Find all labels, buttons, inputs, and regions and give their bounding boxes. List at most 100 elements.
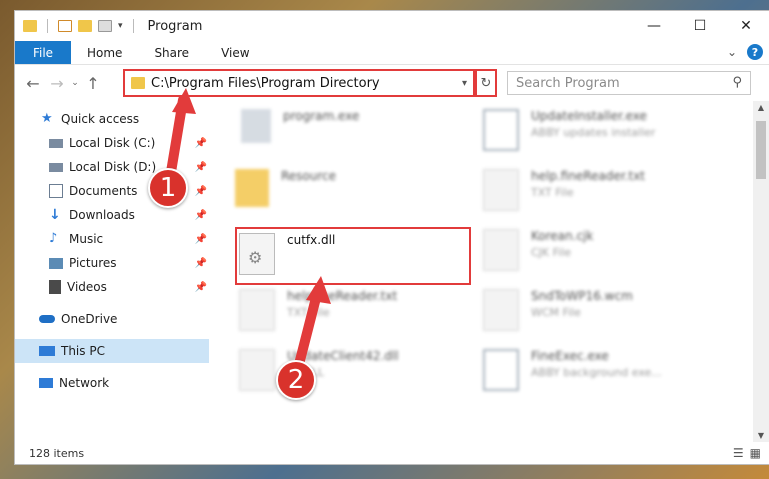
sidebar-item-onedrive[interactable]: OneDrive bbox=[15, 307, 209, 331]
quick-access-toolbar: ▾ bbox=[23, 19, 138, 33]
navigation-bar: ← → ⌄ ↑ C:\Program Files\Program Directo… bbox=[15, 65, 769, 101]
file-type: WCM File bbox=[531, 306, 581, 319]
sidebar-item-label: Pictures bbox=[69, 256, 117, 270]
drive-icon bbox=[49, 162, 63, 172]
scroll-thumb[interactable] bbox=[756, 121, 766, 179]
file-item[interactable]: SndToWP16.wcm WCM File bbox=[483, 289, 633, 331]
file-type: TXT File bbox=[287, 306, 330, 319]
close-button[interactable]: ✕ bbox=[723, 11, 769, 41]
scroll-down-icon[interactable]: ▼ bbox=[753, 431, 769, 440]
chevron-down-icon[interactable]: ▾ bbox=[462, 78, 467, 89]
sidebar-item-network[interactable]: Network bbox=[15, 371, 209, 395]
recent-locations-button[interactable]: ⌄ bbox=[69, 78, 81, 88]
search-input[interactable]: Search Program ⚲ bbox=[507, 71, 751, 95]
pin-icon: 📌 bbox=[194, 137, 207, 149]
callout-badge-1: 1 bbox=[148, 168, 188, 208]
network-icon bbox=[39, 378, 53, 388]
tab-share[interactable]: Share bbox=[138, 41, 205, 64]
file-item[interactable]: helpfineReader.txt TXT File bbox=[239, 289, 397, 331]
folder-icon bbox=[235, 169, 269, 207]
tab-home[interactable]: Home bbox=[71, 41, 138, 64]
sidebar-item-videos[interactable]: Videos 📌 bbox=[15, 275, 209, 299]
navigation-pane: ★ Quick access Local Disk (C:) 📌 Local D… bbox=[15, 101, 209, 442]
toolbar-divider bbox=[132, 19, 134, 33]
file-type: TXT File bbox=[531, 186, 574, 199]
help-icon[interactable]: ? bbox=[747, 44, 763, 60]
item-count: 128 items bbox=[29, 446, 85, 460]
forward-button[interactable]: → bbox=[45, 74, 69, 93]
file-item[interactable]: Korean.cjk CJK File bbox=[483, 229, 593, 271]
generic-file-icon bbox=[483, 229, 519, 271]
pictures-icon bbox=[49, 257, 63, 269]
file-item[interactable]: FineExec.exe ABBY background exe... bbox=[483, 349, 662, 391]
pin-icon: 📌 bbox=[194, 257, 207, 269]
sidebar-item-label: Local Disk (D:) bbox=[69, 160, 157, 174]
file-name: FineExec.exe bbox=[531, 349, 609, 363]
file-explorer-window: ▾ Program — ☐ ✕ File Home Share View ⌄ ?… bbox=[14, 10, 769, 465]
status-bar: 128 items ☰ ▦ bbox=[15, 442, 769, 464]
tab-file[interactable]: File bbox=[15, 41, 71, 64]
pin-icon: 📌 bbox=[194, 209, 207, 221]
file-name: UpdateInstaller.exe bbox=[531, 109, 647, 123]
sidebar-item-label: Network bbox=[59, 376, 110, 390]
exe-file-icon bbox=[483, 109, 519, 151]
file-item[interactable]: program.exe bbox=[241, 109, 359, 143]
title-bar: ▾ Program — ☐ ✕ bbox=[15, 11, 769, 41]
chevron-down-icon[interactable]: ▾ bbox=[118, 21, 123, 31]
sidebar-item-label: Downloads bbox=[69, 208, 135, 222]
sidebar-item-local-disk-c[interactable]: Local Disk (C:) 📌 bbox=[15, 131, 209, 155]
file-item[interactable]: UpdateInstaller.exe ABBY updates installe… bbox=[483, 109, 655, 151]
view-icon[interactable] bbox=[98, 20, 112, 32]
details-view-icon[interactable]: ☰ bbox=[733, 446, 744, 460]
back-button[interactable]: ← bbox=[21, 74, 45, 93]
text-file-icon bbox=[239, 289, 275, 331]
sidebar-item-label: OneDrive bbox=[61, 312, 118, 326]
window-title: Program bbox=[147, 18, 203, 34]
minimize-button[interactable]: — bbox=[631, 11, 677, 41]
properties-icon[interactable] bbox=[58, 20, 72, 32]
documents-icon bbox=[49, 184, 63, 198]
file-item[interactable]: UpdateClient42.dllce DLL bbox=[239, 349, 399, 391]
file-name: help.fineReader.txt bbox=[531, 169, 645, 183]
sidebar-item-quick-access[interactable]: ★ Quick access bbox=[15, 107, 209, 131]
expand-ribbon-icon[interactable]: ⌄ bbox=[727, 45, 737, 59]
sidebar-item-downloads[interactable]: ↓ Downloads 📌 bbox=[15, 203, 209, 227]
dll-file-icon bbox=[239, 349, 275, 391]
file-type: ABBY background exe... bbox=[531, 366, 662, 379]
new-folder-icon[interactable] bbox=[78, 20, 92, 32]
file-name: program.exe bbox=[283, 109, 360, 123]
music-icon: ♪ bbox=[49, 231, 58, 246]
address-bar[interactable]: C:\Program Files\Program Directory ▾ bbox=[123, 69, 475, 97]
pin-icon: 📌 bbox=[194, 161, 207, 173]
maximize-button[interactable]: ☐ bbox=[677, 11, 723, 41]
sidebar-item-pictures[interactable]: Pictures 📌 bbox=[15, 251, 209, 275]
file-item[interactable]: help.fineReader.txt TXT File bbox=[483, 169, 645, 211]
sidebar-item-label: Local Disk (C:) bbox=[69, 136, 156, 150]
sidebar-item-music[interactable]: ♪ Music 📌 bbox=[15, 227, 209, 251]
file-name: Korean.cjk bbox=[531, 229, 594, 243]
computer-icon bbox=[39, 346, 55, 356]
sidebar-item-label: Videos bbox=[67, 280, 107, 294]
pin-icon: 📌 bbox=[194, 185, 207, 197]
large-icons-view-icon[interactable]: ▦ bbox=[750, 446, 761, 460]
drive-icon bbox=[49, 138, 63, 148]
up-button[interactable]: ↑ bbox=[81, 74, 105, 93]
search-icon[interactable]: ⚲ bbox=[732, 75, 742, 90]
sidebar-item-this-pc[interactable]: This PC bbox=[15, 339, 209, 363]
file-item[interactable]: Resource bbox=[235, 169, 336, 207]
ribbon-right: ⌄ ? bbox=[727, 44, 763, 60]
star-icon: ★ bbox=[41, 111, 53, 126]
tab-view[interactable]: View bbox=[205, 41, 265, 64]
folder-icon[interactable] bbox=[23, 20, 37, 32]
refresh-button[interactable]: ↻ bbox=[475, 69, 497, 97]
vertical-scrollbar[interactable]: ▲ ▼ bbox=[753, 101, 769, 442]
scroll-up-icon[interactable]: ▲ bbox=[753, 103, 769, 112]
generic-file-icon bbox=[483, 289, 519, 331]
download-icon: ↓ bbox=[49, 207, 61, 223]
pin-icon: 📌 bbox=[194, 233, 207, 245]
file-name: Resource bbox=[281, 169, 337, 183]
text-file-icon bbox=[483, 169, 519, 211]
address-path[interactable]: C:\Program Files\Program Directory bbox=[151, 76, 462, 91]
toolbar-divider bbox=[47, 19, 48, 33]
videos-icon bbox=[49, 280, 61, 294]
